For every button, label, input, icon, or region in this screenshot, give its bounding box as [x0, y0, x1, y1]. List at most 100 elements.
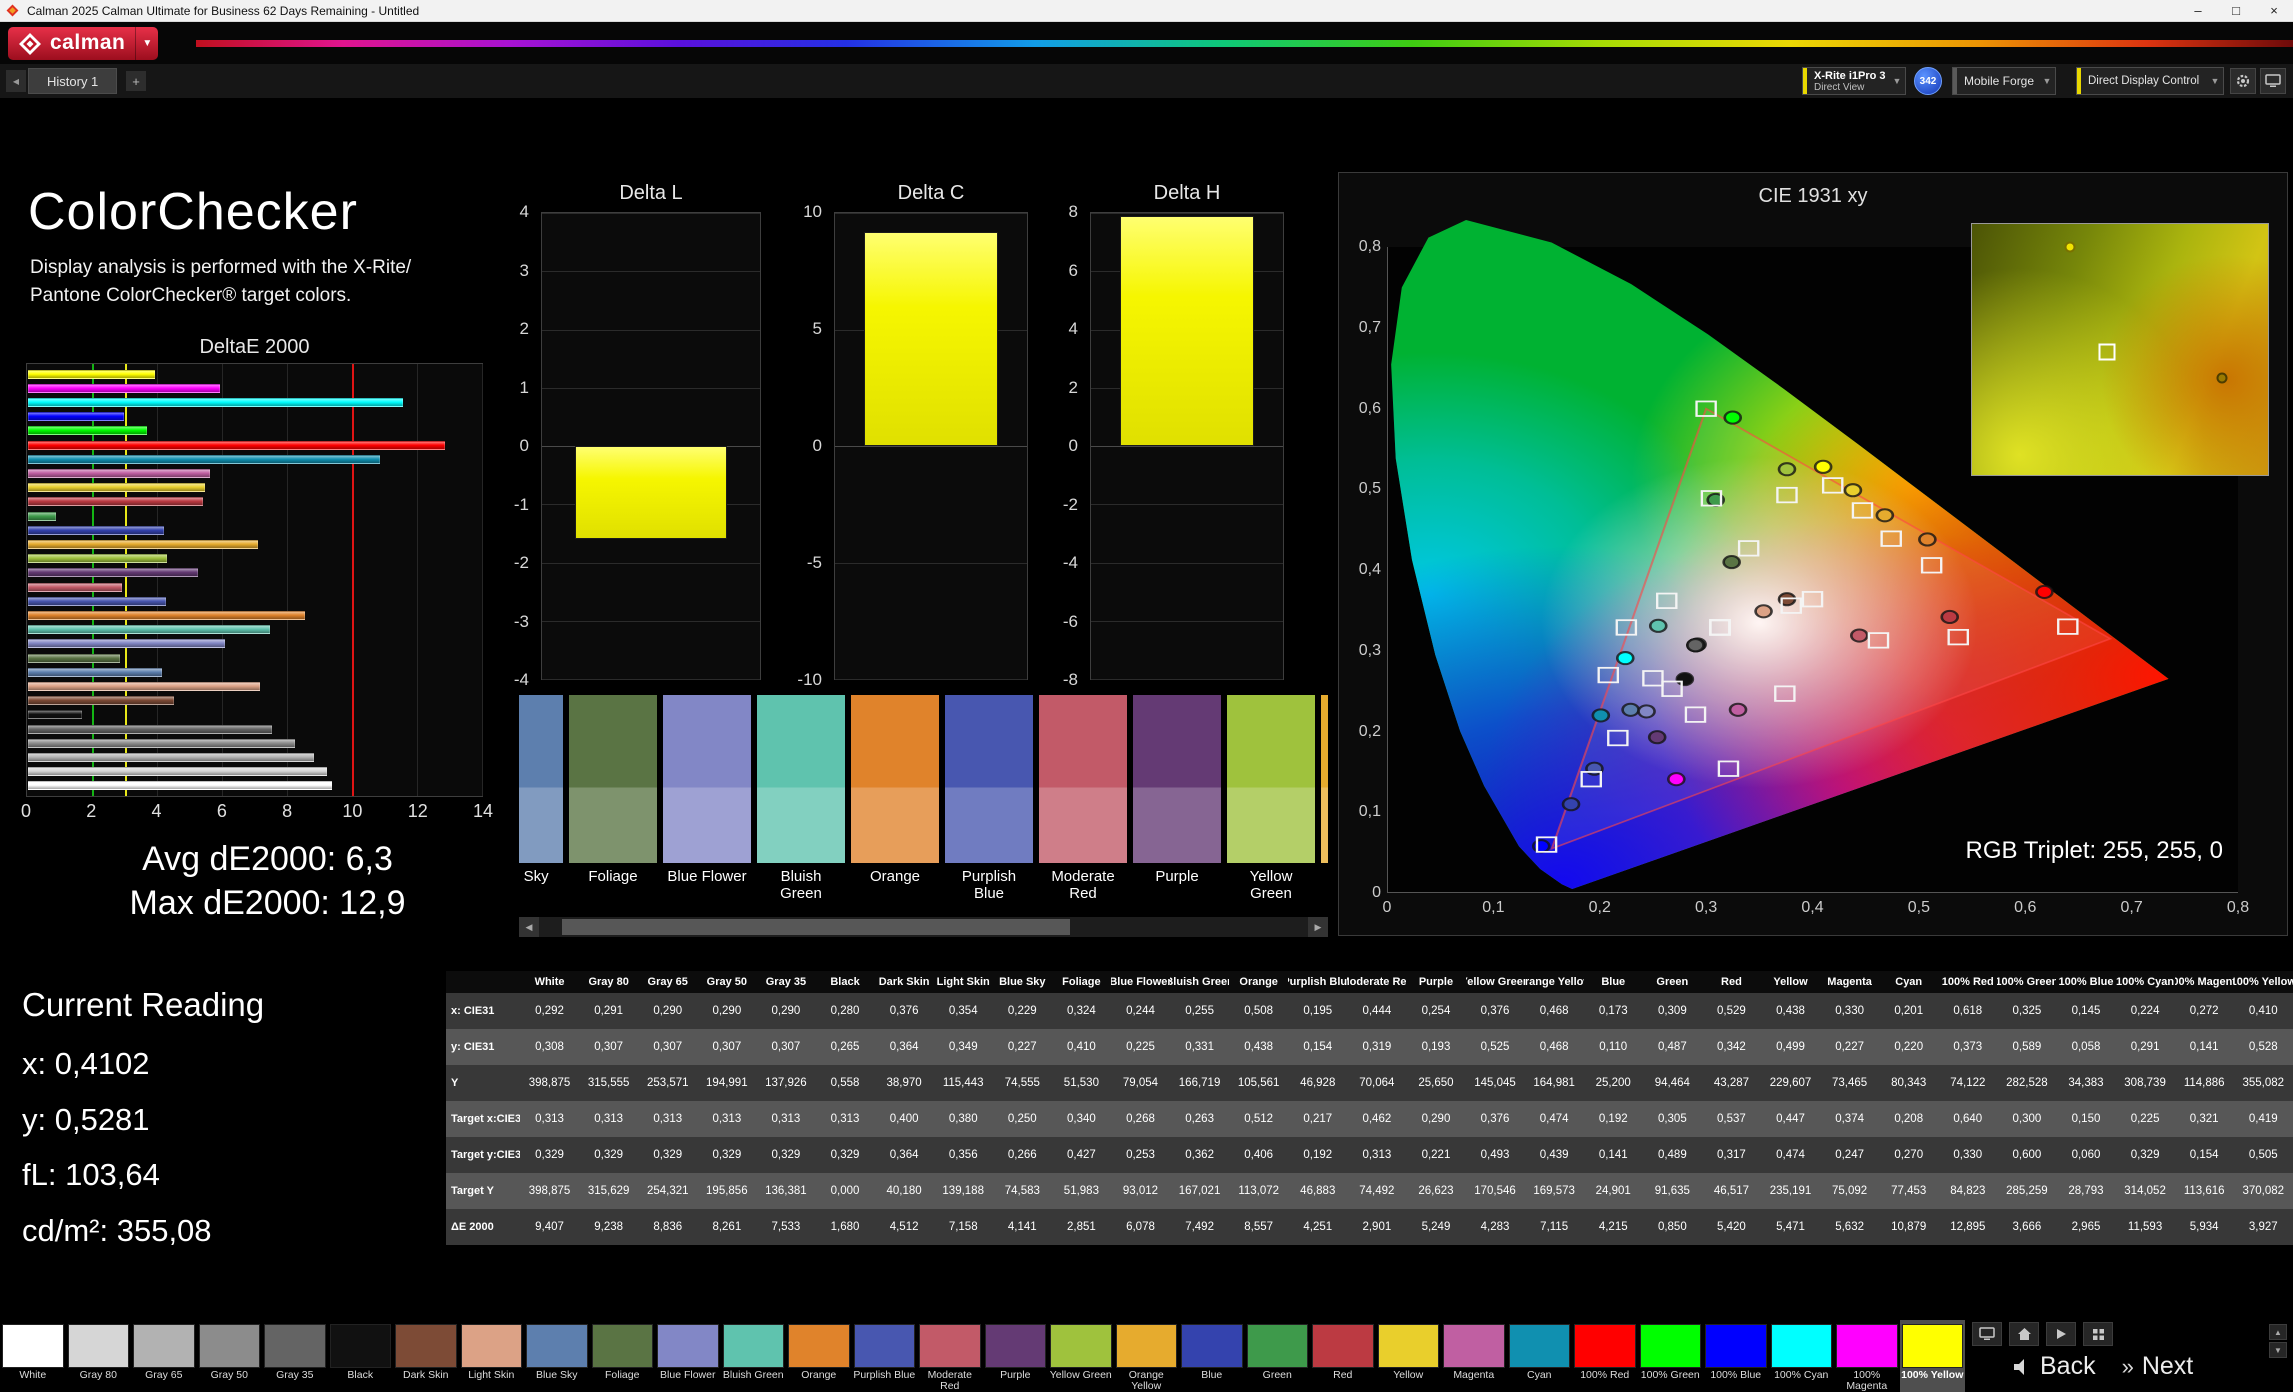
bottom-patch[interactable]: Black — [328, 1320, 394, 1392]
scrollbar-thumb[interactable] — [562, 919, 1070, 935]
bottom-patch[interactable]: 100% Yellow — [1900, 1320, 1966, 1392]
bottom-patch[interactable]: Blue Sky — [524, 1320, 590, 1392]
table-cell: 25,650 — [1406, 1065, 1465, 1101]
bottom-patch[interactable]: 100% Green — [1638, 1320, 1704, 1392]
meter-dropdown[interactable]: X-Rite i1Pro 3 Direct View ▼ — [1802, 67, 1906, 95]
display-control-dropdown[interactable]: Direct Display Control ▼ — [2076, 67, 2224, 95]
page-up-button[interactable]: ▲ — [2269, 1324, 2287, 1340]
table-cell: 51,983 — [1052, 1173, 1111, 1209]
bottom-patch[interactable]: Purple — [983, 1320, 1049, 1392]
axis-tick-label: 0 — [1343, 884, 1381, 902]
table-cell: 1,680 — [815, 1209, 874, 1245]
close-button[interactable]: × — [2255, 0, 2293, 21]
patch-swatch[interactable]: Bluish Green — [757, 695, 845, 903]
add-tab-button[interactable]: + — [126, 71, 146, 91]
bottom-patch[interactable]: White — [0, 1320, 66, 1392]
gridline — [835, 563, 1027, 564]
patch-swatch[interactable]: Blue Sky — [519, 695, 563, 903]
table-cell: 0,487 — [1643, 1029, 1702, 1065]
table-cell: 0,060 — [2056, 1137, 2115, 1173]
patch-swatch[interactable]: Purplish Blue — [945, 695, 1033, 903]
settings-button[interactable] — [2230, 68, 2256, 94]
bottom-patch[interactable]: 100% Cyan — [1769, 1320, 1835, 1392]
minimize-button[interactable]: – — [2179, 0, 2217, 21]
bottom-patch[interactable]: Yellow Green — [1048, 1320, 1114, 1392]
calman-logo-menu[interactable]: calman ▼ — [8, 27, 158, 60]
bottom-patch[interactable]: Moderate Red — [917, 1320, 983, 1392]
bottom-patch[interactable]: Red — [1310, 1320, 1376, 1392]
swatch-strip-scrollbar[interactable]: ◀ ▶ — [519, 917, 1328, 937]
bottom-patch[interactable]: 100% Red — [1572, 1320, 1638, 1392]
patch-swatch[interactable]: Blue Flower — [663, 695, 751, 903]
bottom-patch[interactable]: Green — [1245, 1320, 1311, 1392]
table-cell: 113,072 — [1229, 1173, 1288, 1209]
spectrum-strip — [196, 40, 2293, 47]
patch-swatch-color — [945, 695, 1033, 863]
bottom-patch[interactable]: Bluish Green — [721, 1320, 787, 1392]
table-cell: 0,376 — [1466, 993, 1525, 1029]
patch-swatch[interactable]: Foliage — [569, 695, 657, 903]
tab-history-1[interactable]: History 1 — [28, 68, 117, 94]
maximize-button[interactable]: □ — [2217, 0, 2255, 21]
bottom-patch-color — [592, 1324, 654, 1368]
deltae-bar-row — [28, 452, 481, 466]
bottom-patch[interactable]: Blue Flower — [655, 1320, 721, 1392]
table-cell: 308,739 — [2116, 1065, 2175, 1101]
bottom-patch[interactable]: Purplish Blue — [852, 1320, 918, 1392]
patch-swatch[interactable]: Orange Yellow — [1321, 695, 1328, 903]
next-button[interactable]: » Next — [2122, 1352, 2194, 1381]
bottom-patch[interactable]: Dark Skin — [393, 1320, 459, 1392]
patch-swatch[interactable]: Moderate Red — [1039, 695, 1127, 903]
table-cell: 0,474 — [1525, 1101, 1584, 1137]
scrollbar-track[interactable] — [539, 917, 1308, 937]
page-down-button[interactable]: ▼ — [2269, 1342, 2287, 1358]
bottom-patch[interactable]: 100% Magenta — [1834, 1320, 1900, 1392]
bottom-patch[interactable]: Magenta — [1441, 1320, 1507, 1392]
bottom-patch-label: Blue Sky — [524, 1370, 590, 1392]
table-column-header: Light Skin — [934, 971, 993, 993]
bottom-patch[interactable]: Gray 35 — [262, 1320, 328, 1392]
bottom-patch[interactable]: Yellow — [1376, 1320, 1442, 1392]
window-layout-button[interactable] — [2260, 68, 2286, 94]
table-cell: 235,191 — [1761, 1173, 1820, 1209]
table-cell: 0,307 — [638, 1029, 697, 1065]
bottom-patch[interactable]: Foliage — [590, 1320, 656, 1392]
axis-tick-label: 0,7 — [2121, 899, 2143, 917]
scroll-right-button[interactable]: ▶ — [1308, 917, 1328, 937]
patch-swatch[interactable]: Yellow Green — [1227, 695, 1315, 903]
bottom-patch[interactable]: 100% Blue — [1703, 1320, 1769, 1392]
table-cell: 28,793 — [2056, 1173, 2115, 1209]
gridline — [835, 679, 1027, 680]
logo-text: calman — [50, 31, 125, 55]
bottom-patch[interactable]: Cyan — [1507, 1320, 1573, 1392]
bottom-patch[interactable]: Blue — [1179, 1320, 1245, 1392]
table-cell: 139,188 — [934, 1173, 993, 1209]
back-button[interactable]: Back — [2012, 1352, 2096, 1381]
deltae-bar — [28, 583, 122, 592]
deltae-bar-row — [28, 481, 481, 495]
table-cell: 3,927 — [2234, 1209, 2293, 1245]
bottom-patch[interactable]: Orange Yellow — [1114, 1320, 1180, 1392]
table-cell: 9,238 — [579, 1209, 638, 1245]
current-cdm2-readout: cd/m²: 355,08 — [22, 1213, 212, 1249]
source-dropdown[interactable]: Mobile Forge ▼ — [1952, 67, 2056, 95]
patch-swatch[interactable]: Purple — [1133, 695, 1221, 903]
meter-count-badge[interactable]: 342 — [1914, 67, 1942, 95]
layout-button[interactable] — [2083, 1322, 2113, 1346]
bottom-patch[interactable]: Gray 80 — [66, 1320, 132, 1392]
bottom-patch[interactable]: Light Skin — [459, 1320, 525, 1392]
bottom-patch[interactable]: Gray 50 — [197, 1320, 263, 1392]
bottom-patch[interactable]: Gray 65 — [131, 1320, 197, 1392]
home-button[interactable] — [2009, 1322, 2039, 1346]
scroll-left-button[interactable]: ◀ — [519, 917, 539, 937]
tab-scroll-left-button[interactable]: ◀ — [6, 70, 26, 92]
table-column-header: Green — [1643, 971, 1702, 993]
table-cell: 34,383 — [2056, 1065, 2115, 1101]
inset-measured-marker — [2064, 241, 2075, 252]
patch-swatch-label: Purple — [1133, 863, 1221, 886]
display-button[interactable] — [1972, 1322, 2002, 1346]
delta-chart-plot — [834, 212, 1028, 680]
patch-swatch[interactable]: Orange — [851, 695, 939, 903]
bottom-patch[interactable]: Orange — [786, 1320, 852, 1392]
play-button[interactable] — [2046, 1322, 2076, 1346]
